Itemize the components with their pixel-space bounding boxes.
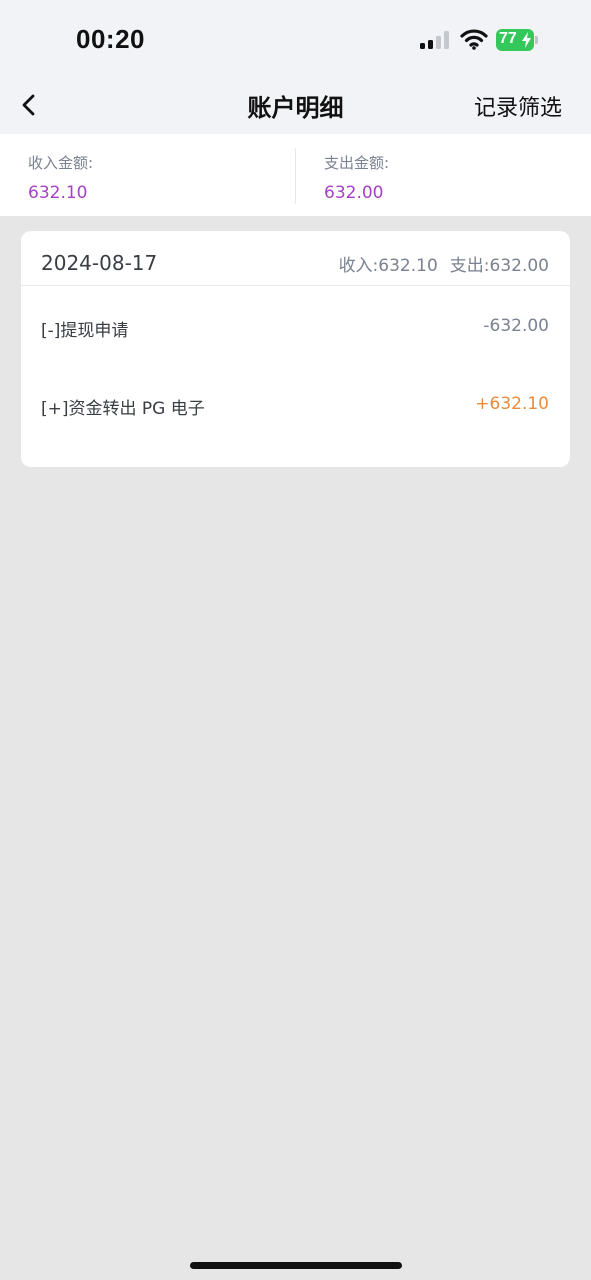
battery-indicator: 77 <box>496 29 540 51</box>
charging-bolt-icon <box>522 32 531 48</box>
wifi-icon <box>460 29 488 50</box>
income-value: 632.10 <box>28 183 88 203</box>
record-income-total: 收入:632.10 <box>338 256 438 276</box>
income-label: 收入金额: <box>28 154 94 172</box>
record-date: 2024-08-17 <box>41 251 158 275</box>
record-totals: 收入:632.10 支出:632.00 <box>327 251 549 276</box>
status-time: 00:20 <box>76 24 145 54</box>
record-item-label: [+]资金转出 PG 电子 <box>41 399 205 419</box>
record-item-label: [-]提现申请 <box>41 321 129 341</box>
record-expense-total: 支出:632.00 <box>449 256 549 276</box>
expense-label: 支出金额: <box>324 154 390 172</box>
record-filter-button[interactable]: 记录筛选 <box>474 90 562 122</box>
navigation-bar: 账户明细 记录筛选 <box>0 74 591 134</box>
status-bar: 00:20 77 <box>0 0 591 74</box>
record-item-amount: -632.00 <box>483 316 549 336</box>
record-card-header: 2024-08-17 收入:632.10 支出:632.00 <box>21 231 570 286</box>
home-indicator <box>190 1262 402 1269</box>
screen: 00:20 77 账户明细 记录筛选 收入金额: 632.10 支出金额: 63… <box>0 0 591 1280</box>
battery-cap <box>535 36 538 44</box>
cellular-signal-icon <box>420 31 449 49</box>
record-item[interactable]: [+]资金转出 PG 电子 +632.10 <box>21 379 570 439</box>
record-card: 2024-08-17 收入:632.10 支出:632.00 [-]提现申请 -6… <box>21 231 570 467</box>
record-item[interactable]: [-]提现申请 -632.00 <box>21 301 570 361</box>
summary-panel: 收入金额: 632.10 支出金额: 632.00 <box>0 134 591 216</box>
record-item-amount: +632.10 <box>475 394 549 414</box>
expense-value: 632.00 <box>324 183 384 203</box>
battery-level: 77 <box>499 30 517 47</box>
summary-divider <box>295 148 296 204</box>
